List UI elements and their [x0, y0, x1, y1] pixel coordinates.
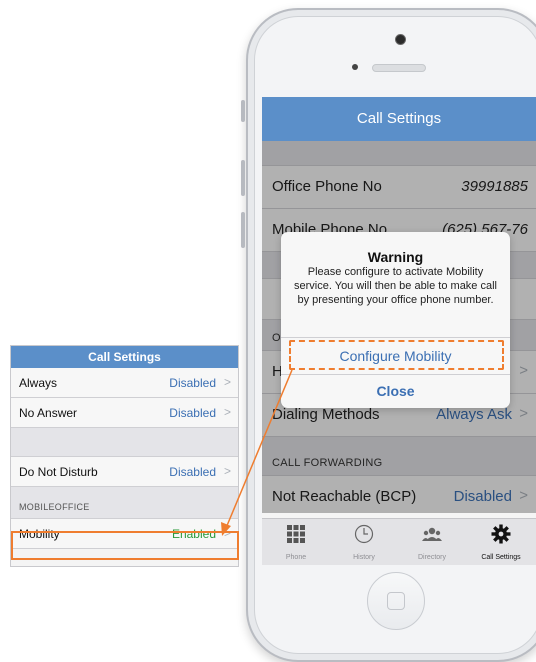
connector-arrow [221, 369, 293, 536]
connector-line [225, 369, 293, 529]
arrowhead [221, 522, 231, 536]
